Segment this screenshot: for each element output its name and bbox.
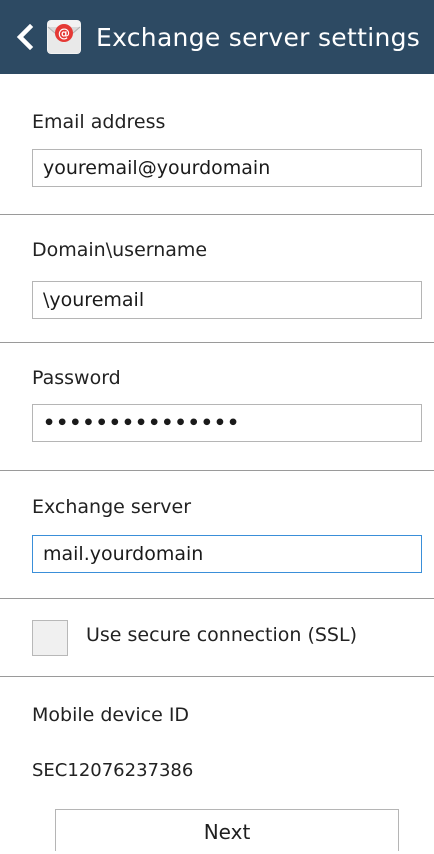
next-button[interactable]: Next xyxy=(55,809,399,851)
password-label: Password xyxy=(32,367,121,389)
page-title: Exchange server settings xyxy=(96,22,421,52)
email-field[interactable]: youremail@yourdomain xyxy=(32,149,422,187)
svg-text:@: @ xyxy=(58,27,70,41)
divider xyxy=(0,342,434,343)
action-bar: @ Exchange server settings xyxy=(0,0,434,74)
email-app-icon[interactable]: @ xyxy=(46,19,82,55)
ssl-checkbox-row[interactable]: Use secure connection (SSL) xyxy=(0,600,434,676)
chevron-left-icon xyxy=(16,24,34,50)
ssl-checkbox[interactable] xyxy=(32,620,68,656)
device-id-value: SEC12076237386 xyxy=(32,760,194,781)
username-field[interactable]: \youremail xyxy=(32,281,422,319)
ssl-checkbox-label: Use secure connection (SSL) xyxy=(86,624,357,646)
email-label: Email address xyxy=(32,111,166,133)
server-label: Exchange server xyxy=(32,496,192,518)
divider xyxy=(0,214,434,215)
username-label: Domain\username xyxy=(32,239,208,261)
divider xyxy=(0,676,434,677)
back-button[interactable] xyxy=(0,0,42,74)
divider xyxy=(0,470,434,471)
divider xyxy=(0,598,434,599)
device-id-label: Mobile device ID xyxy=(32,704,190,726)
server-field[interactable]: mail.yourdomain xyxy=(32,535,422,573)
password-field[interactable]: ••••••••••••••• xyxy=(32,404,422,442)
